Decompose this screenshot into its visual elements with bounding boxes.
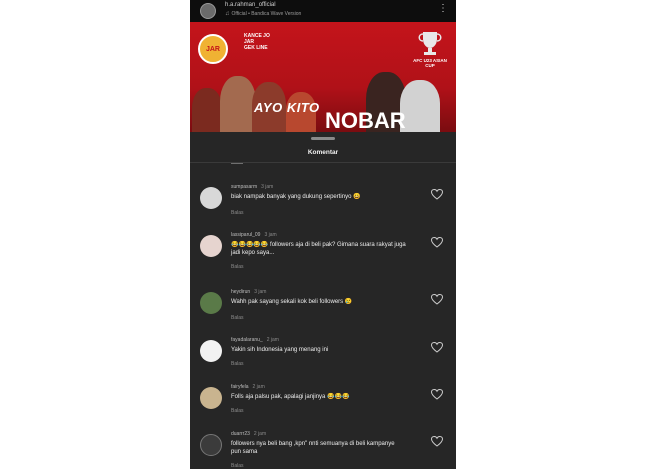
comment-time: 2 jam xyxy=(266,337,279,343)
heart-outline-icon[interactable] xyxy=(431,189,443,200)
comment-time: 3 jam xyxy=(254,289,267,295)
comment-username[interactable]: heydirun 3 jam xyxy=(231,289,266,295)
headline-ayo: AYO KITO xyxy=(254,100,320,115)
comment-username[interactable]: duarrr23 2 jam xyxy=(231,431,266,437)
comment-text: 😂😂😂😂😂 followers aja di beli pak? Gimana … xyxy=(231,242,406,256)
reply-button[interactable]: Balas xyxy=(231,408,244,414)
comment-text: followers nya beli bang ,kpn" nnti semua… xyxy=(231,441,395,455)
heart-outline-icon[interactable] xyxy=(431,294,443,305)
username-text: fairyfela xyxy=(231,384,249,390)
comment-text: Yakin sih Indonesia yang menang ini xyxy=(231,347,329,353)
instagram-screen: h.a.rahman_official ♫ Official • Bandica … xyxy=(190,0,456,469)
comment-item: lassiparul_09 3 jam 😂😂😂😂😂 followers aja d… xyxy=(190,232,456,278)
username-text: fayadalaranu_ xyxy=(231,337,263,343)
username-text: lassiparul_09 xyxy=(231,232,261,238)
heart-outline-icon[interactable] xyxy=(431,389,443,400)
reply-button[interactable]: Balas xyxy=(231,463,244,469)
comment-username[interactable]: sumpasarm 3 jam xyxy=(231,184,273,190)
comment-username[interactable]: fayadalaranu_ 2 jam xyxy=(231,337,279,343)
reply-button[interactable]: Balas xyxy=(231,361,244,367)
sheet-divider xyxy=(190,162,456,163)
commenter-avatar[interactable] xyxy=(200,387,222,409)
comment-item: sumpasarm 3 jam biak nampak banyak yang d… xyxy=(190,184,456,230)
comment-time: 3 jam xyxy=(264,232,277,238)
logo-caption: KANCE JO JAR GEK LINE xyxy=(244,33,270,51)
comment-text: biak nampak banyak yang dukung sepertiny… xyxy=(231,194,361,200)
comments-sheet: Komentar sumpasarm 3 jam biak nampak bany… xyxy=(190,132,456,469)
comment-text: Wahh pak sayang sekali kok beli follower… xyxy=(231,299,353,305)
logo-label: JAR xyxy=(205,45,220,53)
commenter-avatar[interactable] xyxy=(200,235,222,257)
scroll-indicator xyxy=(231,163,243,164)
comment-time: 2 jam xyxy=(252,384,265,390)
reply-button[interactable]: Balas xyxy=(231,315,244,321)
post-image[interactable]: JAR KANCE JO JAR GEK LINE AFC U23 ASIAN … xyxy=(190,22,456,132)
username-text: duarrr23 xyxy=(231,431,250,437)
commenter-avatar[interactable] xyxy=(200,340,222,362)
audio-text: Official • Bandica Wave Version xyxy=(231,11,302,17)
comment-time: 3 jam xyxy=(261,184,274,190)
reply-button[interactable]: Balas xyxy=(231,264,244,270)
comment-item: fairyfela 2 jam Folls aja palsu pak, apal… xyxy=(190,384,456,430)
logo-line-3: GEK LINE xyxy=(244,45,268,51)
reply-button[interactable]: Balas xyxy=(231,210,244,216)
heart-outline-icon[interactable] xyxy=(431,342,443,353)
trophy-icon xyxy=(418,32,442,55)
poster-avatar[interactable] xyxy=(200,3,216,19)
comment-item: heydirun 3 jam Wahh pak sayang sekali kok… xyxy=(190,289,456,335)
jar-logo: JAR xyxy=(198,34,228,64)
heart-outline-icon[interactable] xyxy=(431,237,443,248)
headline-nobar: NOBAR xyxy=(325,108,406,132)
commenter-avatar[interactable] xyxy=(200,292,222,314)
username-text: sumpasarm xyxy=(231,184,258,190)
comment-item: duarrr23 2 jam followers nya beli bang ,k… xyxy=(190,431,456,469)
poster-username[interactable]: h.a.rahman_official xyxy=(225,2,276,8)
audio-label[interactable]: ♫ Official • Bandica Wave Version xyxy=(225,11,301,17)
more-options-icon[interactable]: ⋮ xyxy=(438,3,448,15)
comment-item: fayadalaranu_ 2 jam Yakin sih Indonesia y… xyxy=(190,337,456,383)
commenter-avatar[interactable] xyxy=(200,434,222,456)
players-photo xyxy=(190,64,456,132)
sheet-drag-handle[interactable] xyxy=(311,137,335,140)
commenter-avatar[interactable] xyxy=(200,187,222,209)
sheet-title: Komentar xyxy=(307,149,339,156)
comment-time: 2 jam xyxy=(253,431,267,437)
heart-outline-icon[interactable] xyxy=(431,436,443,447)
username-text: heydirun xyxy=(231,289,251,295)
comment-username[interactable]: fairyfela 2 jam xyxy=(231,384,265,390)
comment-text: Folls aja palsu pak, apalagi janjinya 😂😂… xyxy=(231,394,350,400)
music-note-icon: ♫ xyxy=(225,11,230,17)
comment-username[interactable]: lassiparul_09 3 jam xyxy=(231,232,277,238)
post-header: h.a.rahman_official ♫ Official • Bandica … xyxy=(190,0,456,22)
